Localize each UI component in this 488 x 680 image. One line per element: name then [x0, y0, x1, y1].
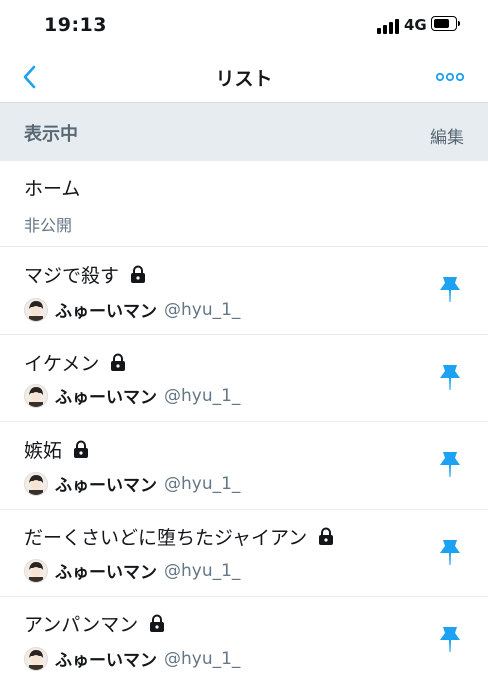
owner-name: ふゅーいマン	[55, 476, 157, 496]
lock-icon	[131, 265, 146, 283]
list-item[interactable]: アンパンマン ふゅーいマン @hyu_1_	[0, 597, 488, 680]
list-privacy: 非公開	[24, 216, 73, 235]
list-item[interactable]: イケメン ふゅーいマン @hyu_1_	[0, 335, 488, 422]
owner-name: ふゅーいマン	[55, 651, 157, 671]
list-title: イケメン	[24, 353, 100, 375]
owner-name: ふゅーいマン	[55, 388, 157, 408]
pin-icon[interactable]	[437, 450, 463, 478]
owner-handle: @hyu_1_	[164, 385, 241, 406]
pin-icon[interactable]	[437, 363, 463, 391]
more-dots-icon	[436, 72, 464, 82]
status-bar: 19:13 4G	[0, 0, 488, 52]
avatar	[24, 646, 48, 671]
section-title: 表示中	[24, 124, 78, 145]
avatar	[24, 471, 48, 496]
list-title: 嫉妬	[24, 440, 63, 462]
list-item[interactable]: だーくさいどに堕ちたジャイアン ふゅーいマン @hyu_1_	[0, 510, 488, 597]
owner-handle: @hyu_1_	[164, 299, 241, 320]
pin-icon[interactable]	[437, 625, 463, 653]
pin-icon[interactable]	[437, 538, 463, 566]
battery-icon	[431, 16, 457, 31]
list-item[interactable]: マジで殺す ふゅーいマン @hyu_1_	[0, 247, 488, 335]
lock-icon	[319, 527, 334, 545]
list-title: ホーム	[24, 178, 81, 200]
section-header: 表示中 編集	[0, 102, 488, 161]
list-item-home[interactable]: ホーム 非公開	[0, 160, 488, 247]
signal-icon	[377, 18, 401, 34]
network-label: 4G	[404, 16, 427, 34]
pin-icon[interactable]	[437, 275, 463, 303]
avatar	[24, 383, 48, 408]
owner-handle: @hyu_1_	[164, 648, 241, 669]
list-title: マジで殺す	[24, 265, 120, 287]
edit-button[interactable]: 編集	[430, 123, 464, 148]
battery-tip	[458, 21, 460, 26]
lock-icon	[74, 440, 89, 458]
list-item[interactable]: 嫉妬 ふゅーいマン @hyu_1_	[0, 422, 488, 510]
page-title: リスト	[215, 68, 273, 90]
list-title: アンパンマン	[24, 614, 139, 636]
status-time: 19:13	[44, 14, 107, 36]
owner-name: ふゅーいマン	[55, 302, 157, 322]
owner-name: ふゅーいマン	[55, 563, 157, 583]
owner-handle: @hyu_1_	[164, 473, 241, 494]
more-button[interactable]	[434, 66, 466, 88]
list-title: だーくさいどに堕ちたジャイアン	[24, 527, 308, 549]
owner-handle: @hyu_1_	[164, 560, 241, 581]
lock-icon	[111, 353, 126, 371]
avatar	[24, 558, 48, 583]
avatar	[24, 297, 48, 322]
nav-bar: リスト	[0, 52, 488, 102]
lock-icon	[150, 614, 165, 632]
